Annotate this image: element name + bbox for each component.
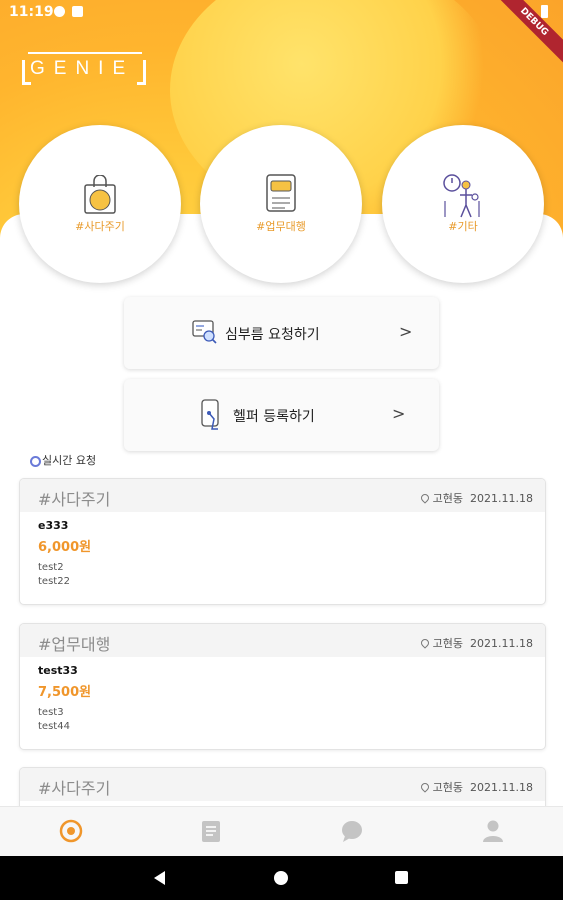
card-detail-2: test44 [38,721,70,732]
person-icon[interactable] [481,819,505,843]
location-pin-icon [418,781,431,793]
recent-apps-icon[interactable] [395,871,408,884]
request-errand-icon [192,320,217,344]
card-header: #사다주기 고현동 2021.11.18 [20,479,545,512]
battery-icon [541,5,548,18]
home-circle-icon[interactable] [274,871,288,885]
card-header: #사다주기 고현동 2021.11.18 [20,768,545,801]
card-title: e333 [38,519,69,532]
home-target-icon[interactable] [59,819,83,843]
card-title: test33 [38,664,78,677]
chat-bubble-icon[interactable] [340,819,364,843]
card-location: 고현동 2021.11.18 [418,635,533,651]
checklist-icon[interactable] [199,819,223,843]
app-screen: 11:19 DEBUG GENIE #사다주기 #업무대행 #기타 심부름 요청… [0,0,563,900]
card-detail-2: test22 [38,576,70,587]
card-location: 고현동 2021.11.18 [418,490,533,506]
category-errand-label: #사다주기 [75,220,125,233]
card-location-text: 고현동 [432,492,464,505]
card-location-text: 고현동 [432,781,464,794]
shopping-bag-icon [84,175,116,214]
card-location-text: 고현동 [432,637,464,650]
target-icon [30,456,41,467]
card-date: 2021.11.18 [470,637,533,650]
card-category: #사다주기 [38,779,111,798]
logo-text: GENIE [30,58,135,79]
location-pin-icon [418,492,431,504]
bottom-navigation [0,806,563,857]
category-agency-circle[interactable]: #업무대행 [200,125,362,283]
chevron-right-icon: > [399,322,413,341]
category-etc-label: #기타 [448,220,478,233]
person-stopwatch-icon [443,174,480,218]
logo-bracket-right [137,60,147,85]
card-header: #업무대행 고현동 2021.11.18 [20,624,545,657]
status-time: 11:19 [9,4,54,20]
chevron-right-icon: > [392,404,406,423]
register-helper-button[interactable]: 헬퍼 등록하기 > [124,379,439,451]
notification-icon [54,6,65,17]
logo-bar [28,52,143,54]
category-agency-label: #업무대행 [256,220,306,233]
status-bar: 11:19 [0,0,563,24]
realtime-requests-title: 실시간 요청 [30,452,96,468]
card-detail-1: test2 [38,562,64,573]
request-card[interactable]: #사다주기 고현동 2021.11.18 e333 6,000원 test2 t… [19,478,546,605]
card-location: 고현동 2021.11.18 [418,779,533,795]
card-detail-1: test3 [38,707,64,718]
card-category: #사다주기 [38,490,111,509]
category-etc-circle[interactable]: #기타 [382,125,544,283]
card-price: 6,000원 [38,540,92,555]
card-date: 2021.11.18 [470,492,533,505]
category-errand-circle[interactable]: #사다주기 [19,125,181,283]
system-navigation-bar [0,856,563,900]
card-category: #업무대행 [38,635,111,654]
card-price: 7,500원 [38,685,92,700]
request-card[interactable]: #업무대행 고현동 2021.11.18 test33 7,500원 test3… [19,623,546,750]
app-logo: GENIE [22,52,147,85]
location-pin-icon [418,637,431,649]
request-errand-button[interactable]: 심부름 요청하기 > [124,297,439,369]
storage-icon [72,6,83,17]
back-icon[interactable] [154,871,165,885]
logo-bracket-left [22,60,31,85]
request-errand-label: 심부름 요청하기 [225,327,320,343]
register-helper-label: 헬퍼 등록하기 [233,409,315,425]
card-date: 2021.11.18 [470,781,533,794]
realtime-requests-label: 실시간 요청 [42,454,97,467]
helper-register-icon [201,399,219,430]
document-icon [266,174,296,212]
